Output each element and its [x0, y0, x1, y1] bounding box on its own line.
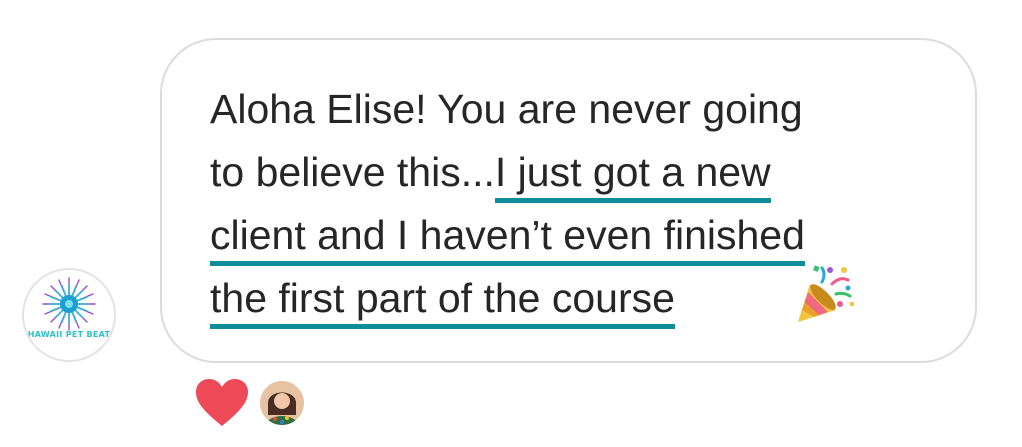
heart-icon	[196, 379, 248, 426]
direct-message-screen: HAWAII PET BEAT Aloha Elise! You are nev…	[0, 0, 1022, 447]
message-text: to believe this...	[210, 149, 495, 195]
message-bubble[interactable]: Aloha Elise! You are never going to beli…	[160, 38, 977, 363]
person-photo-icon	[260, 381, 304, 425]
reactor-avatar[interactable]	[257, 378, 307, 428]
logo-text: HAWAII PET BEAT	[27, 330, 111, 339]
sender-avatar[interactable]: HAWAII PET BEAT	[22, 268, 116, 362]
highlighted-text: I just got a new	[494, 149, 771, 203]
sunburst-logo-icon	[42, 277, 96, 331]
highlighted-text: the first part of the course	[210, 275, 675, 329]
message-line-2: to believe this...I just got a new	[210, 148, 771, 203]
message-line-4: the first part of the course	[210, 274, 675, 329]
message-line-3: client and I haven’t even finished	[210, 211, 805, 266]
message-line-1: Aloha Elise! You are never going	[210, 86, 803, 132]
highlighted-text: client and I haven’t even finished	[210, 212, 805, 266]
party-popper-icon	[798, 265, 854, 322]
